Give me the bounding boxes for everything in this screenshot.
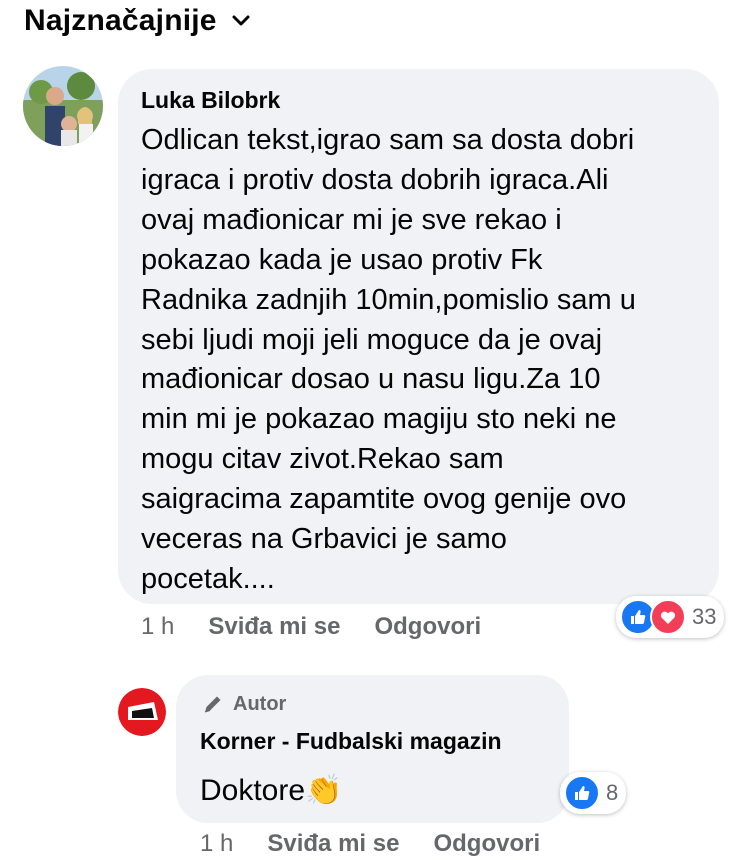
like-reaction-icon (564, 775, 600, 811)
sort-label: Najznačajnije (24, 4, 217, 37)
pencil-icon (204, 696, 221, 713)
chevron-down-icon (232, 15, 250, 26)
love-reaction-icon (650, 599, 686, 635)
comment-actions: 1 h Sviđa mi se Odgovori (141, 613, 481, 641)
comment-time[interactable]: 1 h (141, 613, 174, 641)
reaction-count: 33 (692, 604, 717, 629)
reply-reactions-summary[interactable]: 8 (560, 772, 627, 814)
avatar[interactable] (23, 66, 103, 146)
like-button[interactable]: Sviđa mi se (208, 613, 340, 641)
reply-text-body: Doktore (200, 774, 306, 807)
reply-actions: 1 h Sviđa mi se Odgovori (200, 830, 540, 858)
reply-author[interactable]: Korner - Fudbalski magazin (200, 728, 502, 755)
comment-author[interactable]: Luka Bilobrk (141, 87, 280, 114)
sort-dropdown[interactable]: Najznačajnije (24, 4, 251, 38)
reply-text: Doktore👏 (200, 772, 342, 810)
author-badge: Autor (201, 692, 286, 716)
korner-logo-icon (118, 688, 166, 736)
author-badge-label: Autor (233, 692, 287, 715)
reply-time[interactable]: 1 h (200, 830, 233, 858)
reply-button[interactable]: Odgovori (433, 830, 540, 858)
like-button[interactable]: Sviđa mi se (267, 830, 399, 858)
reactions-summary[interactable]: 33 (616, 596, 725, 638)
avatar-photo (23, 66, 103, 146)
clapping-hands-emoji: 👏 (305, 774, 343, 807)
reaction-count: 8 (606, 780, 619, 805)
comment-text: Odlican tekst,igrao sam sa dosta dobri i… (141, 124, 636, 595)
page-avatar[interactable] (118, 688, 166, 736)
reply-button[interactable]: Odgovori (374, 613, 481, 641)
